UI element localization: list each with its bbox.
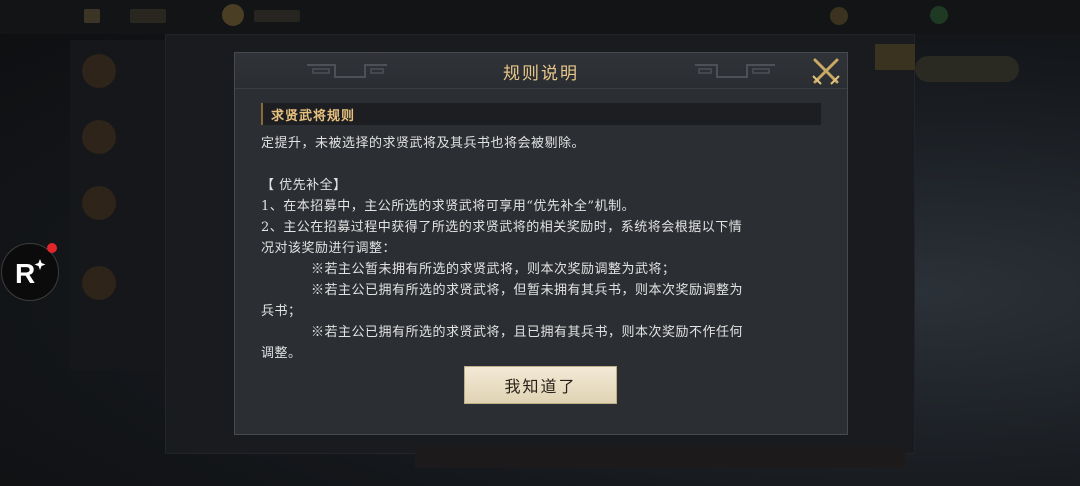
rules-dialog: 规则说明 求贤武将规则 定提升，未被选择的求贤武将及其兵书也将会被剔除。 【 优… xyxy=(234,52,848,435)
section-title: 求贤武将规则 xyxy=(271,109,356,124)
rules-line: 况对该奖励进行调整： xyxy=(261,241,397,256)
crossed-swords-close-icon xyxy=(812,58,840,85)
close-button[interactable] xyxy=(811,56,841,86)
background-bottom-strip xyxy=(415,446,905,468)
rules-line: 定提升，未被选择的求贤武将及其兵书也将会被剔除。 xyxy=(261,136,586,151)
right-ornament-icon xyxy=(695,64,775,78)
confirm-label: 我知道了 xyxy=(504,377,577,396)
rules-line: 调整。 xyxy=(261,346,302,361)
background-badge xyxy=(875,44,915,70)
background-side-panel xyxy=(70,40,170,370)
dialog-header: 规则说明 xyxy=(235,53,847,89)
rules-note: ※若主公已拥有所选的求贤武将，且已拥有其兵书，则本次奖励不作任何 xyxy=(311,325,744,340)
background-top-bar xyxy=(0,0,1080,34)
background-pill xyxy=(915,56,1019,82)
section-header: 求贤武将规则 xyxy=(261,103,821,125)
rules-heading: 【 优先补全】 xyxy=(261,178,347,193)
rules-text: 定提升，未被选择的求贤武将及其兵书也将会被剔除。 【 优先补全】 1、在本招募中… xyxy=(261,133,821,364)
rules-line: 2、主公在招募过程中获得了所选的求贤武将的相关奖励时，系统将会根据以下情 xyxy=(261,220,743,235)
notification-dot xyxy=(47,243,57,253)
rules-line: 兵书； xyxy=(261,304,302,319)
svg-text:R: R xyxy=(15,258,35,287)
rules-line: 1、在本招募中，主公所选的求贤武将可享用“优先补全”机制。 xyxy=(261,199,636,214)
confirm-button[interactable]: 我知道了 xyxy=(464,366,617,404)
rules-note: ※若主公已拥有所选的求贤武将，但暂未拥有其兵书，则本次奖励调整为 xyxy=(311,283,744,298)
rules-note: ※若主公暂未拥有所选的求贤武将，则本次奖励调整为武将； xyxy=(311,262,676,277)
